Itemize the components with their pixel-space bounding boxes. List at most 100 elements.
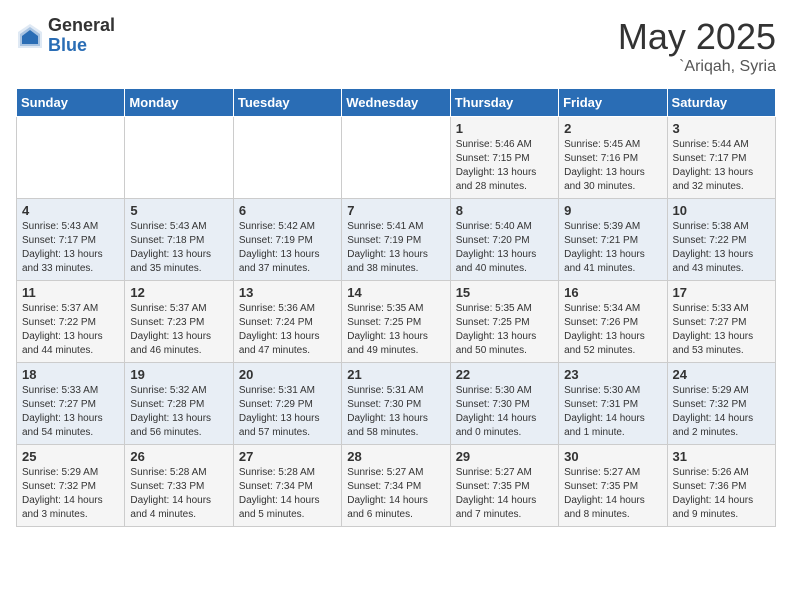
calendar-cell: 17 Sunrise: 5:33 AM Sunset: 7:27 PM Dayli… [667, 281, 775, 363]
day-info: Sunrise: 5:36 AM Sunset: 7:24 PM Dayligh… [239, 302, 336, 358]
day-number: 13 [239, 285, 336, 300]
title-block: May 2025 `Ariqah, Syria [618, 16, 776, 76]
day-info: Sunrise: 5:46 AM Sunset: 7:15 PM Dayligh… [456, 138, 553, 194]
calendar-cell: 16 Sunrise: 5:34 AM Sunset: 7:26 PM Dayli… [559, 281, 667, 363]
calendar-title: May 2025 [618, 16, 776, 58]
day-info: Sunrise: 5:29 AM Sunset: 7:32 PM Dayligh… [673, 384, 770, 440]
day-info: Sunrise: 5:43 AM Sunset: 7:18 PM Dayligh… [130, 220, 227, 276]
day-info: Sunrise: 5:27 AM Sunset: 7:34 PM Dayligh… [347, 466, 444, 522]
calendar-cell: 6Sunrise: 5:42 AM Sunset: 7:19 PM Daylig… [233, 199, 341, 281]
calendar-cell: 20 Sunrise: 5:31 AM Sunset: 7:29 PM Dayli… [233, 363, 341, 445]
calendar-week-3: 11Sunrise: 5:37 AM Sunset: 7:22 PM Dayli… [17, 281, 776, 363]
calendar-week-4: 18Sunrise: 5:33 AM Sunset: 7:27 PM Dayli… [17, 363, 776, 445]
day-number: 30 [564, 449, 661, 464]
day-info: Sunrise: 5:35 AM Sunset: 7:25 PM Dayligh… [456, 302, 553, 358]
calendar-cell: 12Sunrise: 5:37 AM Sunset: 7:23 PM Dayli… [125, 281, 233, 363]
day-number: 17 [673, 285, 770, 300]
day-number: 31 [673, 449, 770, 464]
calendar-cell: 13 Sunrise: 5:36 AM Sunset: 7:24 PM Dayli… [233, 281, 341, 363]
calendar-week-1: 1Sunrise: 5:46 AM Sunset: 7:15 PM Daylig… [17, 117, 776, 199]
calendar-cell [17, 117, 125, 199]
day-number: 28 [347, 449, 444, 464]
logo-icon [16, 22, 44, 50]
calendar-cell: 11Sunrise: 5:37 AM Sunset: 7:22 PM Dayli… [17, 281, 125, 363]
day-info: Sunrise: 5:27 AM Sunset: 7:35 PM Dayligh… [564, 466, 661, 522]
header-friday: Friday [559, 89, 667, 117]
day-number: 23 [564, 367, 661, 382]
day-number: 27 [239, 449, 336, 464]
day-number: 11 [22, 285, 119, 300]
day-info: Sunrise: 5:43 AM Sunset: 7:17 PM Dayligh… [22, 220, 119, 276]
calendar-cell: 25 Sunrise: 5:29 AM Sunset: 7:32 PM Dayli… [17, 445, 125, 527]
header-thursday: Thursday [450, 89, 558, 117]
calendar-cell [125, 117, 233, 199]
day-number: 3 [673, 121, 770, 136]
day-info: Sunrise: 5:28 AM Sunset: 7:33 PM Dayligh… [130, 466, 227, 522]
header-saturday: Saturday [667, 89, 775, 117]
calendar-body: 1Sunrise: 5:46 AM Sunset: 7:15 PM Daylig… [17, 117, 776, 527]
logo: General Blue [16, 16, 115, 56]
day-number: 14 [347, 285, 444, 300]
day-number: 19 [130, 367, 227, 382]
day-info: Sunrise: 5:26 AM Sunset: 7:36 PM Dayligh… [673, 466, 770, 522]
calendar-cell [342, 117, 450, 199]
calendar-cell: 9Sunrise: 5:39 AM Sunset: 7:21 PM Daylig… [559, 199, 667, 281]
day-number: 6 [239, 203, 336, 218]
calendar-week-5: 25 Sunrise: 5:29 AM Sunset: 7:32 PM Dayli… [17, 445, 776, 527]
calendar-cell: 14 Sunrise: 5:35 AM Sunset: 7:25 PM Dayli… [342, 281, 450, 363]
day-info: Sunrise: 5:35 AM Sunset: 7:25 PM Dayligh… [347, 302, 444, 358]
calendar-cell: 4 Sunrise: 5:43 AM Sunset: 7:17 PM Daylig… [17, 199, 125, 281]
day-info: Sunrise: 5:41 AM Sunset: 7:19 PM Dayligh… [347, 220, 444, 276]
day-info: Sunrise: 5:28 AM Sunset: 7:34 PM Dayligh… [239, 466, 336, 522]
calendar-cell: 5Sunrise: 5:43 AM Sunset: 7:18 PM Daylig… [125, 199, 233, 281]
calendar-cell: 3 Sunrise: 5:44 AM Sunset: 7:17 PM Daylig… [667, 117, 775, 199]
calendar-cell: 22Sunrise: 5:30 AM Sunset: 7:30 PM Dayli… [450, 363, 558, 445]
day-number: 15 [456, 285, 553, 300]
calendar-cell: 21 Sunrise: 5:31 AM Sunset: 7:30 PM Dayli… [342, 363, 450, 445]
calendar-cell: 27 Sunrise: 5:28 AM Sunset: 7:34 PM Dayli… [233, 445, 341, 527]
header-tuesday: Tuesday [233, 89, 341, 117]
calendar-cell: 8 Sunrise: 5:40 AM Sunset: 7:20 PM Daylig… [450, 199, 558, 281]
header-wednesday: Wednesday [342, 89, 450, 117]
day-info: Sunrise: 5:29 AM Sunset: 7:32 PM Dayligh… [22, 466, 119, 522]
day-number: 4 [22, 203, 119, 218]
calendar-cell: 30 Sunrise: 5:27 AM Sunset: 7:35 PM Dayli… [559, 445, 667, 527]
day-info: Sunrise: 5:34 AM Sunset: 7:26 PM Dayligh… [564, 302, 661, 358]
day-number: 16 [564, 285, 661, 300]
day-number: 18 [22, 367, 119, 382]
day-number: 25 [22, 449, 119, 464]
day-number: 21 [347, 367, 444, 382]
calendar-cell: 19 Sunrise: 5:32 AM Sunset: 7:28 PM Dayli… [125, 363, 233, 445]
day-info: Sunrise: 5:40 AM Sunset: 7:20 PM Dayligh… [456, 220, 553, 276]
day-info: Sunrise: 5:32 AM Sunset: 7:28 PM Dayligh… [130, 384, 227, 440]
day-info: Sunrise: 5:44 AM Sunset: 7:17 PM Dayligh… [673, 138, 770, 194]
header-sunday: Sunday [17, 89, 125, 117]
day-number: 8 [456, 203, 553, 218]
calendar-cell [233, 117, 341, 199]
day-info: Sunrise: 5:37 AM Sunset: 7:23 PM Dayligh… [130, 302, 227, 358]
day-number: 29 [456, 449, 553, 464]
day-number: 10 [673, 203, 770, 218]
day-number: 20 [239, 367, 336, 382]
calendar-week-2: 4 Sunrise: 5:43 AM Sunset: 7:17 PM Daylig… [17, 199, 776, 281]
day-info: Sunrise: 5:31 AM Sunset: 7:30 PM Dayligh… [347, 384, 444, 440]
calendar-cell: 7Sunrise: 5:41 AM Sunset: 7:19 PM Daylig… [342, 199, 450, 281]
calendar-cell: 26 Sunrise: 5:28 AM Sunset: 7:33 PM Dayli… [125, 445, 233, 527]
header-monday: Monday [125, 89, 233, 117]
calendar-cell: 23 Sunrise: 5:30 AM Sunset: 7:31 PM Dayli… [559, 363, 667, 445]
day-number: 22 [456, 367, 553, 382]
day-info: Sunrise: 5:38 AM Sunset: 7:22 PM Dayligh… [673, 220, 770, 276]
calendar-cell: 24Sunrise: 5:29 AM Sunset: 7:32 PM Dayli… [667, 363, 775, 445]
calendar-cell: 29Sunrise: 5:27 AM Sunset: 7:35 PM Dayli… [450, 445, 558, 527]
day-number: 26 [130, 449, 227, 464]
logo-general-text: General [48, 16, 115, 36]
day-info: Sunrise: 5:30 AM Sunset: 7:31 PM Dayligh… [564, 384, 661, 440]
calendar-cell: 2Sunrise: 5:45 AM Sunset: 7:16 PM Daylig… [559, 117, 667, 199]
day-info: Sunrise: 5:33 AM Sunset: 7:27 PM Dayligh… [673, 302, 770, 358]
calendar-subtitle: `Ariqah, Syria [618, 58, 776, 76]
day-info: Sunrise: 5:31 AM Sunset: 7:29 PM Dayligh… [239, 384, 336, 440]
day-number: 2 [564, 121, 661, 136]
calendar-cell: 1Sunrise: 5:46 AM Sunset: 7:15 PM Daylig… [450, 117, 558, 199]
calendar-cell: 28 Sunrise: 5:27 AM Sunset: 7:34 PM Dayli… [342, 445, 450, 527]
calendar-header: Sunday Monday Tuesday Wednesday Thursday… [17, 89, 776, 117]
